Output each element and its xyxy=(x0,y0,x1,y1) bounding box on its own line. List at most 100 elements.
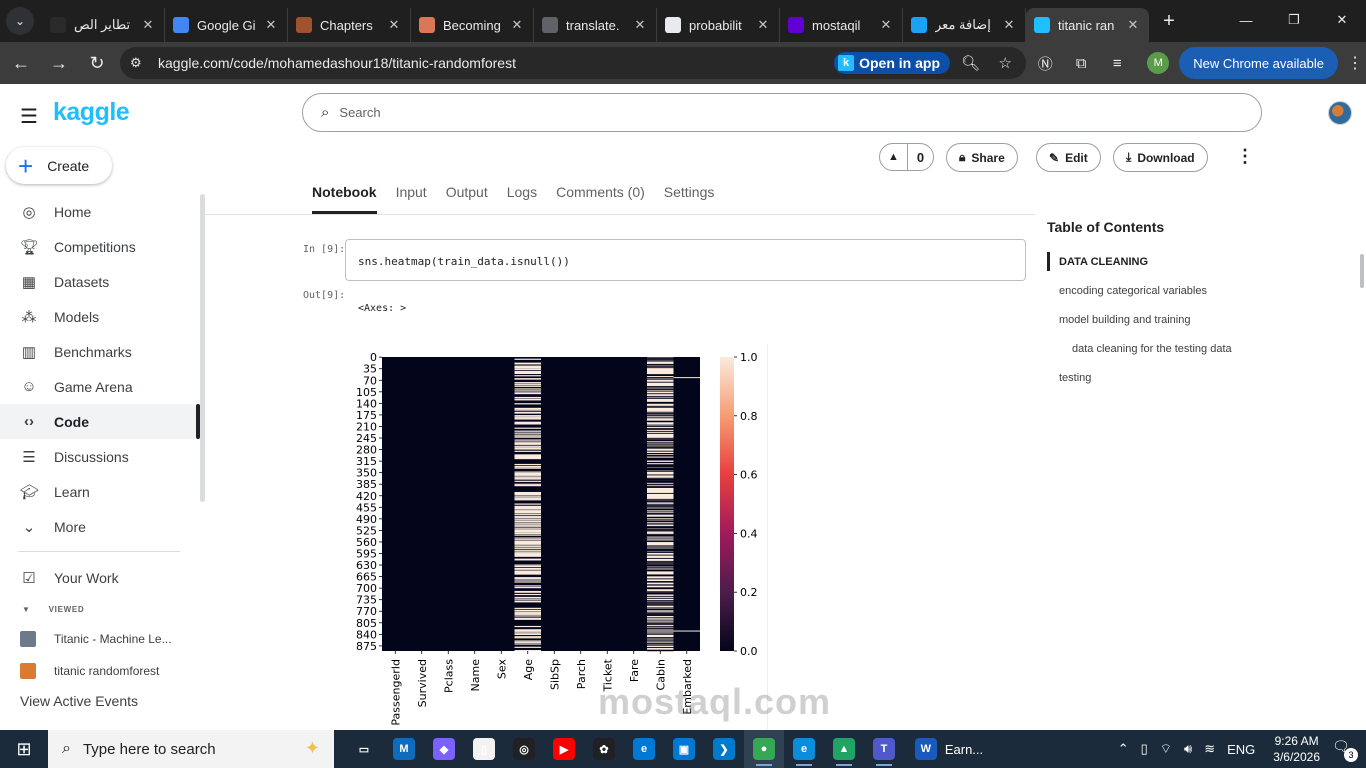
minimize-button[interactable]: — xyxy=(1222,0,1270,40)
sidebar-item-benchmarks[interactable]: ▥ Benchmarks xyxy=(0,334,200,369)
volume-icon[interactable]: 🔊︎ xyxy=(1184,741,1192,757)
youtube-taskbar-button[interactable]: ▶ xyxy=(544,730,584,768)
store-taskbar-button[interactable]: ▣ xyxy=(664,730,704,768)
start-button[interactable]: ⊞ xyxy=(0,730,48,768)
new-chrome-available-button[interactable]: New Chrome available xyxy=(1179,47,1338,79)
viewed-item[interactable]: titanic randomforest xyxy=(0,655,200,687)
open-in-app-button[interactable]: k Open in app xyxy=(834,52,950,74)
profile-avatar[interactable]: M xyxy=(1147,52,1170,74)
extensions-icon[interactable]: ⧉ xyxy=(1065,47,1097,79)
teams-taskbar-button[interactable]: T xyxy=(864,730,904,768)
close-tab-icon[interactable]: ✕ xyxy=(509,17,525,33)
toc-item[interactable]: data cleaning for the testing data xyxy=(1047,334,1337,363)
browser-tab[interactable]: probabilit ✕ xyxy=(657,8,780,42)
browser-tab[interactable]: translate. ✕ xyxy=(534,8,657,42)
sidebar-item-game-arena[interactable]: ☺ Game Arena xyxy=(0,369,200,404)
sidebar-item-more[interactable]: ⌄ More xyxy=(0,509,200,544)
chatgpt-taskbar-button[interactable]: ✿ xyxy=(584,730,624,768)
close-tab-icon[interactable]: ✕ xyxy=(1125,17,1141,33)
notification-center-icon[interactable]: 🗨︎ 3 xyxy=(1332,738,1358,762)
browser-tab[interactable]: تطاير الص ✕ xyxy=(42,8,165,42)
task-view-taskbar-button[interactable]: ▭ xyxy=(344,730,384,768)
create-button[interactable]: + Create xyxy=(6,147,112,184)
close-tab-icon[interactable]: ✕ xyxy=(878,17,894,33)
user-avatar[interactable] xyxy=(1328,101,1352,125)
share-button[interactable]: 🔒︎ Share xyxy=(946,143,1018,172)
hamburger-menu-icon[interactable]: ☰ xyxy=(20,104,38,129)
upvote-control[interactable]: ▲ 0 xyxy=(879,143,934,171)
close-tab-icon[interactable]: ✕ xyxy=(386,17,402,33)
forward-button[interactable]: → xyxy=(42,46,76,80)
viewed-toggle[interactable]: ▼ VIEWED xyxy=(0,595,200,623)
tab-settings[interactable]: Settings xyxy=(664,184,715,214)
tab-comments[interactable]: Comments (0) xyxy=(556,184,645,214)
copilot-taskbar-button[interactable]: ◆ xyxy=(424,730,464,768)
download-button[interactable]: ⤓ Download xyxy=(1113,143,1208,172)
wifi-icon[interactable]: ≋ xyxy=(1204,741,1215,757)
restore-button[interactable]: ❐ xyxy=(1270,0,1318,40)
chrome-menu-icon[interactable]: ⋮ xyxy=(1344,53,1366,73)
new-tab-button[interactable]: + xyxy=(1155,7,1183,35)
upvote-arrow-icon[interactable]: ▲ xyxy=(880,144,908,170)
more-options-icon[interactable]: ⋮ xyxy=(1236,146,1254,167)
toc-item[interactable]: encoding categorical variables xyxy=(1047,276,1337,305)
taskbar-search-input[interactable]: ⌕ Type here to search ✦ xyxy=(48,730,334,768)
sidebar-item-datasets[interactable]: ▦ Datasets xyxy=(0,264,200,299)
sidebar-item-code[interactable]: ‹› Code xyxy=(0,404,200,439)
sidebar-item-discussions[interactable]: ☰ Discussions xyxy=(0,439,200,474)
tab-output[interactable]: Output xyxy=(446,184,488,214)
site-info-icon[interactable]: ⚙ xyxy=(130,55,148,71)
network-icon[interactable]: ⌔ xyxy=(1160,741,1172,757)
tab-notebook[interactable]: Notebook xyxy=(312,184,377,214)
toc-item[interactable]: testing xyxy=(1047,363,1337,392)
browser-tab[interactable]: mostaqil ✕ xyxy=(780,8,903,42)
close-tab-icon[interactable]: ✕ xyxy=(632,17,648,33)
taskbar-clock[interactable]: 9:26 AM 3/6/2026 xyxy=(1273,733,1320,765)
sidebar-item-home[interactable]: ◎ Home xyxy=(0,194,200,229)
close-tab-icon[interactable]: ✕ xyxy=(140,17,156,33)
tab-logs[interactable]: Logs xyxy=(507,184,537,214)
device-icon[interactable]: ▯ xyxy=(1141,741,1148,757)
browser-tab[interactable]: Becoming ✕ xyxy=(411,8,534,42)
search-input[interactable]: ⌕ Search xyxy=(302,93,1262,132)
page-scrollbar[interactable] xyxy=(1360,254,1364,288)
drive-taskbar-button[interactable]: ▲ xyxy=(824,730,864,768)
close-tab-icon[interactable]: ✕ xyxy=(1001,17,1017,33)
toc-item[interactable]: DATA CLEANING xyxy=(1047,247,1337,276)
browser-tab[interactable]: Chapters ✕ xyxy=(288,8,411,42)
close-tab-icon[interactable]: ✕ xyxy=(755,17,771,33)
media-controls-icon[interactable]: ≡ xyxy=(1101,47,1133,79)
sidebar-item-your-work[interactable]: ☑ Your Work xyxy=(0,560,200,595)
sync-taskbar-button[interactable]: ◎ xyxy=(504,730,544,768)
file-taskbar-button[interactable]: ▯ xyxy=(464,730,504,768)
sidebar-item-competitions[interactable]: 🏆︎ Competitions xyxy=(0,229,200,264)
edit-button[interactable]: ✎ Edit xyxy=(1036,143,1101,172)
reload-button[interactable]: ↻ xyxy=(80,46,114,80)
edge-taskbar-button[interactable]: e xyxy=(784,730,824,768)
m365-taskbar-button[interactable]: M xyxy=(384,730,424,768)
close-window-button[interactable]: ✕ xyxy=(1318,0,1366,40)
sidebar-scrollbar[interactable] xyxy=(200,194,205,502)
view-active-events-link[interactable]: View Active Events xyxy=(0,687,200,715)
viewed-item[interactable]: Titanic - Machine Le... xyxy=(0,623,200,655)
sidebar-item-models[interactable]: ⁂ Models xyxy=(0,299,200,334)
notion-extension-icon[interactable]: Ⓝ xyxy=(1029,47,1061,79)
tab-input[interactable]: Input xyxy=(396,184,427,214)
browser-tab[interactable]: إضافة معر ✕ xyxy=(903,8,1026,42)
chrome-taskbar-button[interactable]: ● xyxy=(744,730,784,768)
bookmark-star-icon[interactable]: ☆ xyxy=(999,54,1012,72)
edge-dev-taskbar-button[interactable]: e xyxy=(624,730,664,768)
vscode-taskbar-button[interactable]: ❯ xyxy=(704,730,744,768)
kaggle-logo[interactable]: kaggle xyxy=(53,98,130,127)
chevron-up-icon[interactable]: ⌃ xyxy=(1118,741,1129,757)
toc-item[interactable]: model building and training xyxy=(1047,305,1337,334)
close-tab-icon[interactable]: ✕ xyxy=(263,17,279,33)
browser-tab[interactable]: titanic ran ✕ xyxy=(1026,8,1149,42)
browser-tab[interactable]: Google Gi ✕ xyxy=(165,8,288,42)
zoom-search-icon[interactable]: 🔍︎ xyxy=(961,54,980,72)
code-cell[interactable]: sns.heatmap(train_data.isnull()) xyxy=(345,239,1026,281)
word-taskbar-button[interactable]: W Earn... xyxy=(904,730,994,768)
back-button[interactable]: ← xyxy=(4,46,38,80)
sidebar-item-learn[interactable]: 🎓︎ Learn xyxy=(0,474,200,509)
language-indicator[interactable]: ENG xyxy=(1227,742,1255,757)
